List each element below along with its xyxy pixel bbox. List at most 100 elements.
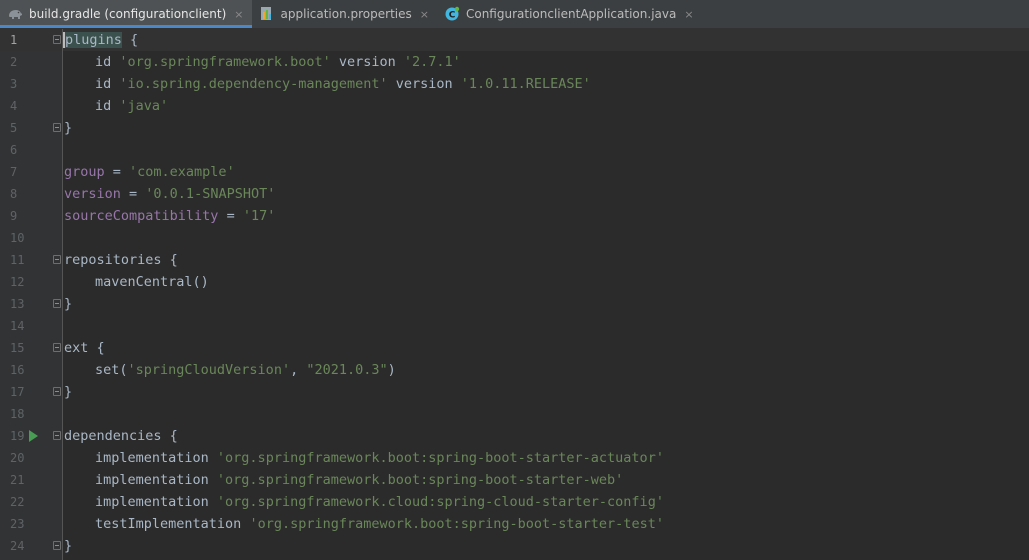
code-token: }: [64, 296, 73, 312]
code-editor[interactable]: 1 2 3 4 5 6 7 8 9 10 11 12 13 14 15 16 1…: [0, 29, 1029, 560]
code-line[interactable]: version = '0.0.1-SNAPSHOT': [63, 183, 1029, 205]
code-line[interactable]: }: [63, 293, 1029, 315]
code-line[interactable]: plugins {: [63, 29, 1029, 51]
fold-marker-icon[interactable]: [53, 35, 61, 44]
code-token: =: [104, 164, 130, 180]
line-number: 12: [10, 275, 25, 289]
editor-tab-bar: build.gradle (configurationclient) × app…: [0, 0, 1029, 29]
line-number: 20: [10, 451, 25, 465]
line-number: 11: [10, 253, 25, 267]
svg-text:C: C: [449, 11, 456, 21]
gutter-line: 13: [0, 293, 62, 315]
line-number: 9: [10, 209, 18, 223]
fold-marker-icon[interactable]: [53, 431, 61, 440]
code-line[interactable]: sourceCompatibility = '17': [63, 205, 1029, 227]
fold-marker-icon[interactable]: [53, 123, 61, 132]
code-token: id: [95, 76, 120, 92]
code-token: plugins: [65, 32, 122, 48]
code-line[interactable]: }: [63, 117, 1029, 139]
code-line[interactable]: repositories {: [63, 249, 1029, 271]
code-line[interactable]: implementation 'org.springframework.clou…: [63, 491, 1029, 513]
gutter-line: 12: [0, 271, 62, 293]
code-token: =: [120, 186, 146, 202]
code-string: 'org.springframework.boot:spring-boot-st…: [249, 516, 664, 532]
code-line[interactable]: set('springCloudVersion', "2021.0.3"): [63, 359, 1029, 381]
code-line[interactable]: implementation 'org.springframework.boot…: [63, 447, 1029, 469]
gutter-line: 1: [0, 29, 62, 51]
line-number: 21: [10, 473, 25, 487]
tab-label: build.gradle (configurationclient): [29, 7, 227, 21]
code-token: implementation: [95, 494, 217, 510]
code-string: 'org.springframework.boot:spring-boot-st…: [216, 450, 664, 466]
gutter-line: 8: [0, 183, 62, 205]
line-number: 6: [10, 143, 18, 157]
line-number: 19: [10, 429, 25, 443]
code-token: implementation: [95, 450, 217, 466]
code-line[interactable]: dependencies {: [63, 425, 1029, 447]
line-number: 2: [10, 55, 18, 69]
code-string: 'io.spring.dependency-management': [119, 76, 388, 92]
close-tab-icon[interactable]: ×: [234, 8, 243, 21]
code-token: ext {: [64, 340, 105, 356]
tab-build-gradle[interactable]: build.gradle (configurationclient) ×: [0, 0, 252, 28]
line-number: 5: [10, 121, 18, 135]
fold-marker-icon[interactable]: [53, 343, 61, 352]
code-string: 'springCloudVersion': [127, 362, 291, 378]
line-number: 13: [10, 297, 25, 311]
code-line[interactable]: }: [63, 381, 1029, 403]
gutter-line: 20: [0, 447, 62, 469]
code-line[interactable]: [63, 139, 1029, 161]
code-string: '1.0.11.RELEASE': [460, 76, 591, 92]
gutter-line: 9: [0, 205, 62, 227]
close-tab-icon[interactable]: ×: [684, 8, 693, 21]
close-tab-icon[interactable]: ×: [420, 8, 429, 21]
code-line[interactable]: [63, 403, 1029, 425]
code-line[interactable]: implementation 'org.springframework.boot…: [63, 469, 1029, 491]
gutter-line: 10: [0, 227, 62, 249]
code-token: }: [64, 538, 73, 554]
gutter-line: 14: [0, 315, 62, 337]
gutter-line: 19: [0, 425, 62, 447]
code-line[interactable]: [63, 315, 1029, 337]
code-string: '0.0.1-SNAPSHOT': [145, 186, 276, 202]
line-number: 24: [10, 539, 25, 553]
code-token: version: [330, 54, 404, 70]
tab-configurationclient-application-java[interactable]: C ConfigurationclientApplication.java ×: [437, 0, 702, 28]
code-line[interactable]: group = 'com.example': [63, 161, 1029, 183]
fold-marker-icon[interactable]: [53, 541, 61, 550]
fold-marker-icon[interactable]: [53, 387, 61, 396]
code-token: }: [64, 120, 73, 136]
code-token: mavenCentral(): [95, 274, 209, 290]
code-line[interactable]: id 'org.springframework.boot' version '2…: [63, 51, 1029, 73]
run-gutter-icon[interactable]: [29, 430, 38, 442]
code-line[interactable]: ext {: [63, 337, 1029, 359]
code-string: 'org.springframework.boot': [119, 54, 331, 70]
code-token: }: [64, 384, 73, 400]
code-property: group: [64, 164, 105, 180]
fold-marker-icon[interactable]: [53, 255, 61, 264]
code-line[interactable]: id 'java': [63, 95, 1029, 117]
code-line[interactable]: testImplementation 'org.springframework.…: [63, 513, 1029, 535]
code-area[interactable]: plugins { id 'org.springframework.boot' …: [63, 29, 1029, 560]
line-number: 1: [10, 33, 18, 47]
line-number: 18: [10, 407, 25, 421]
java-class-icon: C: [444, 6, 460, 22]
gutter-line: 6: [0, 139, 62, 161]
line-number: 23: [10, 517, 25, 531]
code-token: testImplementation: [95, 516, 250, 532]
code-property: version: [64, 186, 121, 202]
fold-marker-icon[interactable]: [53, 299, 61, 308]
code-token: repositories {: [64, 252, 178, 268]
line-number: 10: [10, 231, 25, 245]
gutter-line: 7: [0, 161, 62, 183]
gutter-line: 3: [0, 73, 62, 95]
code-line[interactable]: }: [63, 535, 1029, 557]
code-token: set(: [95, 362, 128, 378]
code-line[interactable]: [63, 227, 1029, 249]
code-line[interactable]: id 'io.spring.dependency-management' ver…: [63, 73, 1029, 95]
code-token: dependencies {: [64, 428, 178, 444]
code-token: id: [95, 54, 120, 70]
code-token: version: [387, 76, 461, 92]
code-line[interactable]: mavenCentral(): [63, 271, 1029, 293]
tab-application-properties[interactable]: application.properties ×: [252, 0, 437, 28]
